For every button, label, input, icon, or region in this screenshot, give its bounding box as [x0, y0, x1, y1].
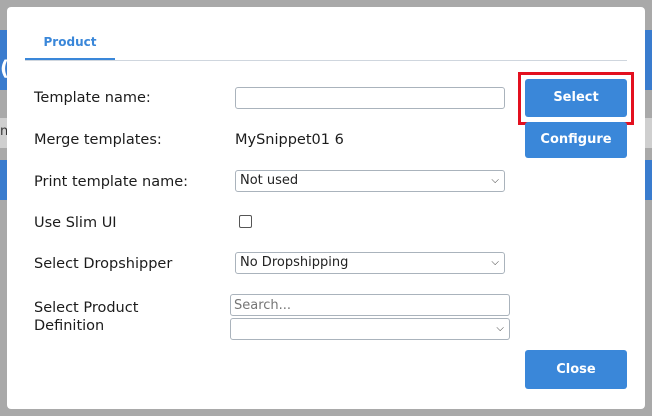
- print-template-label: Print template name:: [34, 174, 189, 190]
- tab-bar: Product: [25, 32, 627, 61]
- chevron-down-icon: ⌵: [491, 257, 499, 268]
- slim-ui-label: Use Slim UI: [34, 215, 117, 231]
- product-definition-search-input[interactable]: [230, 294, 510, 316]
- template-name-label: Template name:: [34, 90, 151, 106]
- product-definition-label-line1: Select Product: [34, 300, 139, 316]
- highlight-box: [518, 72, 634, 125]
- dropshipper-label: Select Dropshipper: [34, 256, 173, 272]
- dropshipper-selected: No Dropshipping: [240, 255, 349, 270]
- configure-button[interactable]: Configure: [525, 122, 627, 158]
- slim-ui-checkbox[interactable]: [239, 215, 252, 228]
- print-template-select[interactable]: Not used ⌵: [235, 170, 505, 192]
- product-dialog: Product Template name: Select Merge temp…: [7, 7, 645, 409]
- product-definition-label-line2: Definition: [34, 318, 105, 334]
- chevron-down-icon: ⌵: [491, 175, 499, 186]
- template-name-input[interactable]: [235, 87, 505, 109]
- close-button[interactable]: Close: [525, 350, 627, 389]
- merge-templates-value: MySnippet01 6: [235, 132, 344, 148]
- merge-templates-label: Merge templates:: [34, 132, 162, 148]
- print-template-selected: Not used: [240, 173, 299, 188]
- chevron-down-icon: ⌵: [496, 323, 504, 334]
- product-definition-select[interactable]: ⌵: [230, 318, 510, 340]
- tab-product[interactable]: Product: [25, 32, 115, 60]
- dropshipper-select[interactable]: No Dropshipping ⌵: [235, 252, 505, 274]
